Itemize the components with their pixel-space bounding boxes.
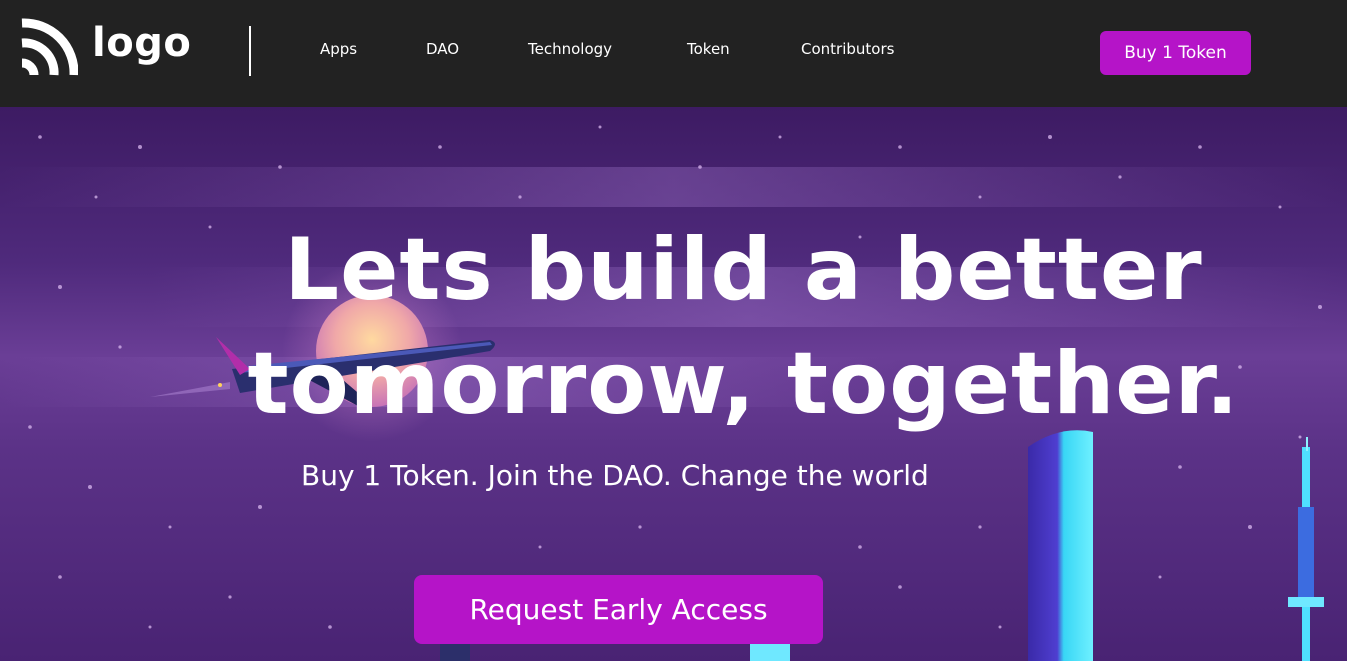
hero-title-line-2: tomorrow, together. — [247, 334, 1240, 434]
nav-item-contributors[interactable]: Contributors — [801, 40, 894, 58]
nav-item-token[interactable]: Token — [687, 40, 730, 58]
logo[interactable]: logo — [18, 17, 191, 77]
logo-icon — [21, 18, 78, 76]
site-header: logo Apps DAO Technology Token Contribut… — [0, 0, 1347, 107]
logo-text: logo — [92, 20, 192, 66]
buy-token-button[interactable]: Buy 1 Token — [1100, 31, 1251, 75]
request-early-access-button[interactable]: Request Early Access — [414, 575, 823, 644]
nav-item-apps[interactable]: Apps — [320, 40, 357, 58]
nav-item-technology[interactable]: Technology — [528, 40, 612, 58]
hero-section: Lets build a better tomorrow, together. … — [0, 107, 1347, 661]
hero-title-line-1: Lets build a better — [284, 220, 1203, 320]
header-divider — [249, 26, 251, 76]
hero-subtitle: Buy 1 Token. Join the DAO. Change the wo… — [301, 459, 929, 492]
nav-item-dao[interactable]: DAO — [426, 40, 459, 58]
